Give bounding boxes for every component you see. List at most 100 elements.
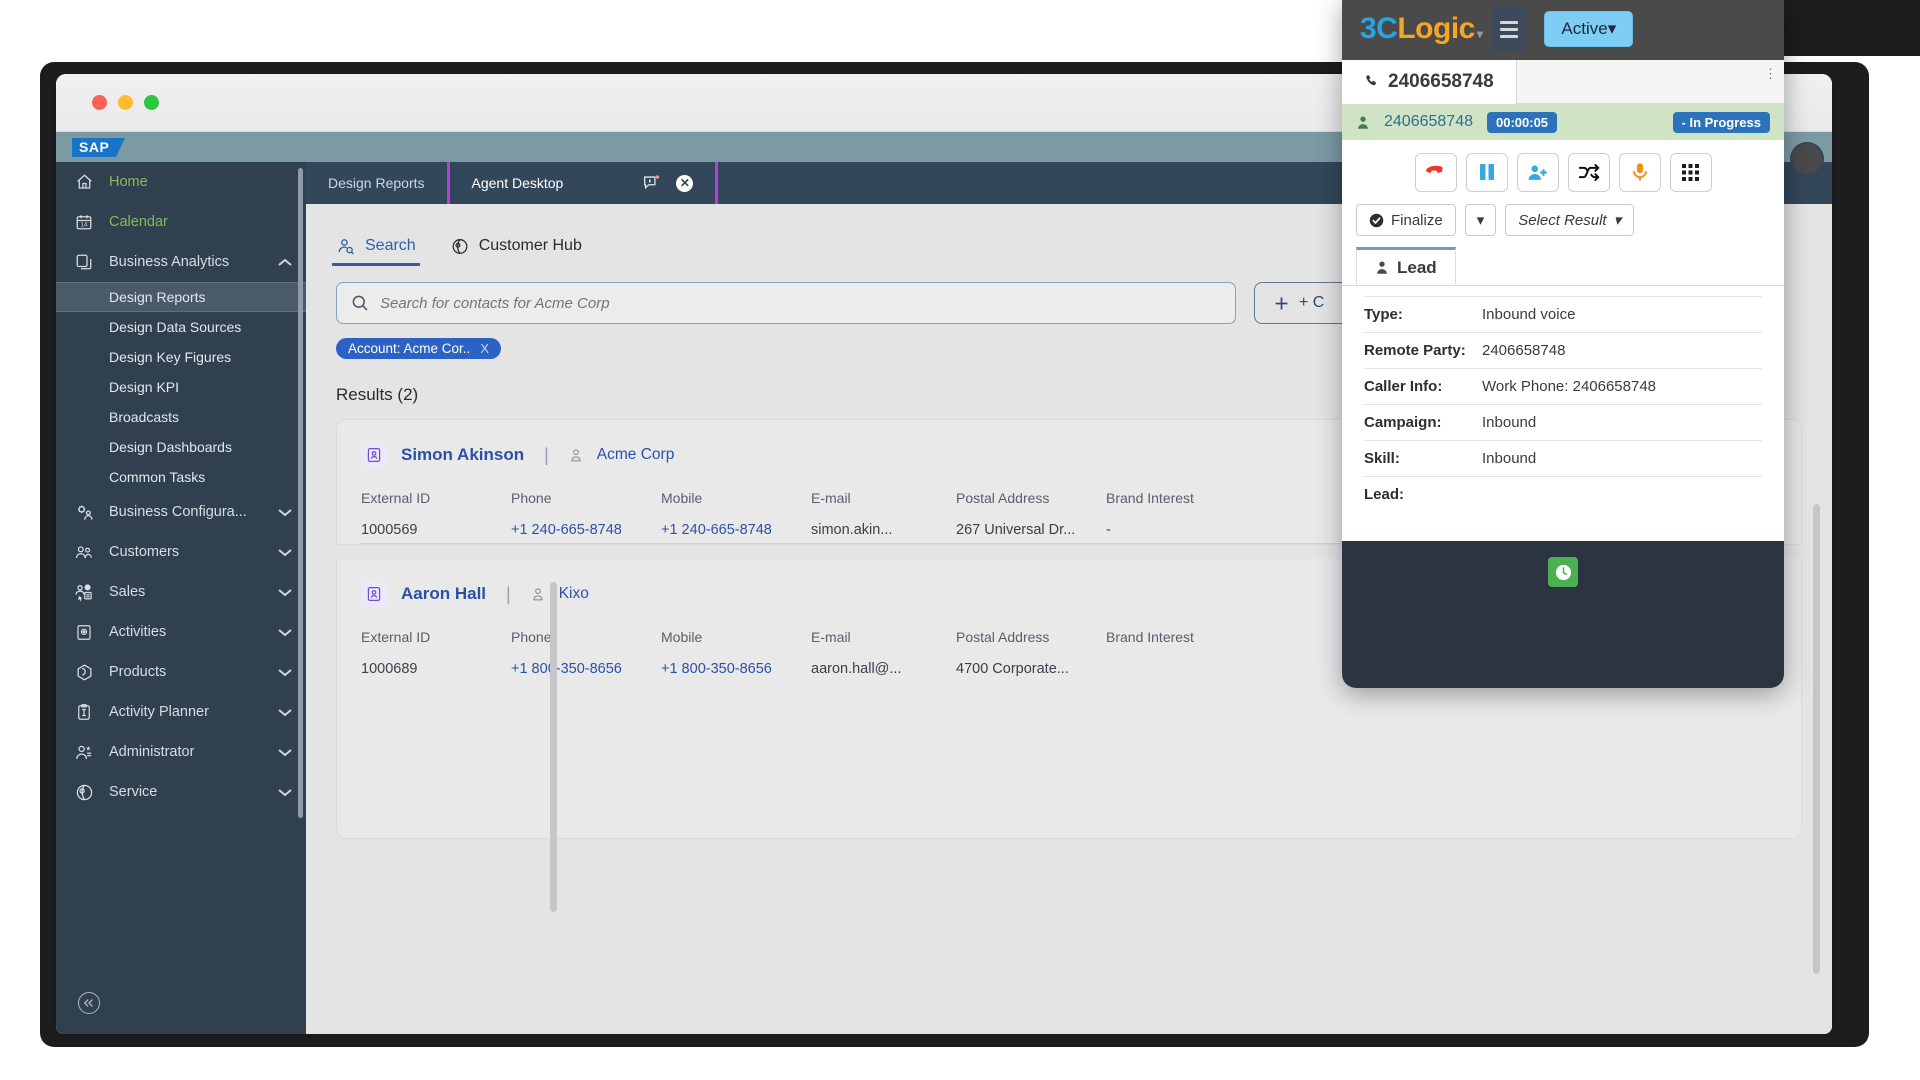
- contact-name[interactable]: Aaron Hall: [401, 584, 486, 604]
- sidebar-subitem-broadcasts[interactable]: Broadcasts: [56, 402, 306, 432]
- sidebar-item-activities[interactable]: Activities: [56, 612, 306, 652]
- transfer-icon[interactable]: [1567, 152, 1610, 192]
- chevron-up-icon: [278, 258, 292, 267]
- sidebar-item-calendar[interactable]: 14 Calendar: [56, 202, 306, 242]
- window-controls[interactable]: [92, 95, 159, 110]
- sidebar-item-home[interactable]: Home: [56, 162, 306, 202]
- sidebar-subitem-design-key-figures[interactable]: Design Key Figures: [56, 342, 306, 372]
- customer-hub-icon: [450, 237, 470, 256]
- tab-label: Design Reports: [328, 175, 425, 191]
- sidebar-item-products[interactable]: Products: [56, 652, 306, 692]
- sidebar-collapse-button[interactable]: [78, 992, 100, 1014]
- sidebar-subitem-design-dashboards[interactable]: Design Dashboards: [56, 432, 306, 462]
- add-person-icon[interactable]: [1516, 152, 1559, 192]
- divider: |: [506, 583, 511, 604]
- tab-design-reports[interactable]: Design Reports: [306, 162, 450, 204]
- widget-footer: [1342, 541, 1784, 603]
- sidebar: Home 14 Calendar Business Analytics Desi…: [56, 162, 306, 1034]
- maximize-window-button[interactable]: [144, 95, 159, 110]
- agent-status-label: Active: [1561, 19, 1608, 38]
- pause-icon[interactable]: [1465, 152, 1508, 192]
- detail-row: Remote Party: 2406658748: [1364, 332, 1762, 368]
- field-value-postal-address: 267 Universal Dr...: [956, 522, 1076, 538]
- sidebar-item-label: Service: [109, 784, 158, 800]
- sidebar-item-activity-planner[interactable]: Activity Planner: [56, 692, 306, 732]
- customers-icon: [72, 541, 96, 563]
- finalize-button[interactable]: Finalize: [1356, 204, 1456, 236]
- minimize-window-button[interactable]: [118, 95, 133, 110]
- detail-row: Skill: Inbound: [1364, 440, 1762, 476]
- tab-customer-hub[interactable]: Customer Hub: [450, 226, 582, 266]
- field-value-phone[interactable]: +1 800-350-8656: [511, 661, 661, 677]
- clock-icon[interactable]: [1548, 557, 1578, 587]
- service-icon: [72, 781, 96, 803]
- detail-value: 2406658748: [1482, 342, 1566, 359]
- account-name[interactable]: Acme Corp: [597, 446, 675, 464]
- tab-lead[interactable]: Lead: [1356, 247, 1456, 285]
- filter-chip-remove-icon[interactable]: X: [480, 341, 489, 356]
- sidebar-subitem-design-data-sources[interactable]: Design Data Sources: [56, 312, 306, 342]
- content-scrollbar[interactable]: [1813, 504, 1820, 974]
- select-result-dropdown[interactable]: Select Result ▾: [1505, 204, 1635, 236]
- chevron-down-icon: [278, 708, 292, 717]
- logo-caret-icon[interactable]: ▾: [1477, 27, 1483, 41]
- activities-icon: [72, 621, 96, 643]
- field-header: Phone: [511, 629, 552, 645]
- vertical-dots-icon[interactable]: ⋮: [1764, 67, 1777, 80]
- chevron-down-icon: [278, 508, 292, 517]
- sidebar-subitem-design-kpi[interactable]: Design KPI: [56, 372, 306, 402]
- sidebar-subitem-design-reports[interactable]: Design Reports: [56, 282, 306, 312]
- sidebar-item-label: Activities: [109, 624, 167, 640]
- field-header: External ID: [361, 490, 431, 506]
- tab-agent-desktop[interactable]: Agent Desktop ✕: [450, 162, 719, 204]
- field-value-mobile[interactable]: +1 240-665-8748: [661, 522, 811, 538]
- detail-key: Remote Party:: [1364, 342, 1466, 359]
- widget-tabs: Lead: [1342, 246, 1784, 286]
- account-name[interactable]: Kixo: [559, 585, 589, 603]
- detail-key: Lead:: [1364, 486, 1405, 503]
- sidebar-item-label: Administrator: [109, 744, 195, 760]
- filter-chip-account[interactable]: Account: Acme Cor.. X: [336, 338, 501, 359]
- field-value-external-id: 1000689: [361, 661, 418, 677]
- microphone-icon[interactable]: [1618, 152, 1661, 192]
- sidebar-item-administrator[interactable]: Administrator: [56, 732, 306, 772]
- active-call-tab[interactable]: 2406658748: [1342, 59, 1517, 104]
- sidebar-scrollbar[interactable]: [298, 168, 303, 818]
- sidebar-item-customers[interactable]: Customers: [56, 532, 306, 572]
- widget-header: 3CLogic ▾ Active▾: [1342, 0, 1784, 60]
- finalize-dropdown-button[interactable]: ▾: [1464, 204, 1497, 236]
- popout-icon[interactable]: [643, 175, 660, 191]
- sidebar-item-label: Activity Planner: [109, 704, 209, 720]
- panel-scrollbar[interactable]: [550, 582, 557, 912]
- field-header: Brand Interest: [1106, 490, 1194, 506]
- field-header: Phone: [511, 490, 552, 506]
- hamburger-icon[interactable]: [1492, 6, 1527, 52]
- agent-status-button[interactable]: Active▾: [1544, 11, 1634, 47]
- detail-value: Inbound: [1482, 450, 1537, 467]
- sidebar-subitem-label: Design Data Sources: [109, 319, 242, 335]
- keypad-icon[interactable]: [1669, 152, 1712, 192]
- tab-search[interactable]: Search: [332, 226, 420, 266]
- close-icon[interactable]: ✕: [676, 174, 694, 192]
- sidebar-item-business-analytics[interactable]: Business Analytics: [56, 242, 306, 282]
- tab-label: Lead: [1397, 257, 1437, 277]
- hangup-icon[interactable]: [1414, 152, 1457, 192]
- sidebar-item-sales[interactable]: Sales: [56, 572, 306, 612]
- field-value-mobile[interactable]: +1 800-350-8656: [661, 661, 811, 677]
- sidebar-item-service[interactable]: Service: [56, 772, 306, 812]
- field-value-phone[interactable]: +1 240-665-8748: [511, 522, 661, 538]
- logo-part-3c: 3C: [1360, 12, 1398, 45]
- avatar[interactable]: [1790, 142, 1824, 176]
- close-window-button[interactable]: [92, 95, 107, 110]
- call-state-badge: - In Progress: [1672, 111, 1770, 133]
- search-box[interactable]: [336, 282, 1236, 324]
- chevron-down-icon: [278, 748, 292, 757]
- detail-key: Type:: [1364, 306, 1403, 323]
- phone-icon: [1364, 74, 1379, 89]
- sidebar-item-business-configuration[interactable]: Business Configura...: [56, 492, 306, 532]
- contact-name[interactable]: Simon Akinson: [401, 445, 524, 465]
- detail-key: Caller Info:: [1364, 378, 1443, 395]
- search-input[interactable]: [380, 294, 1221, 312]
- sidebar-item-label: Calendar: [109, 214, 168, 230]
- sidebar-subitem-common-tasks[interactable]: Common Tasks: [56, 462, 306, 492]
